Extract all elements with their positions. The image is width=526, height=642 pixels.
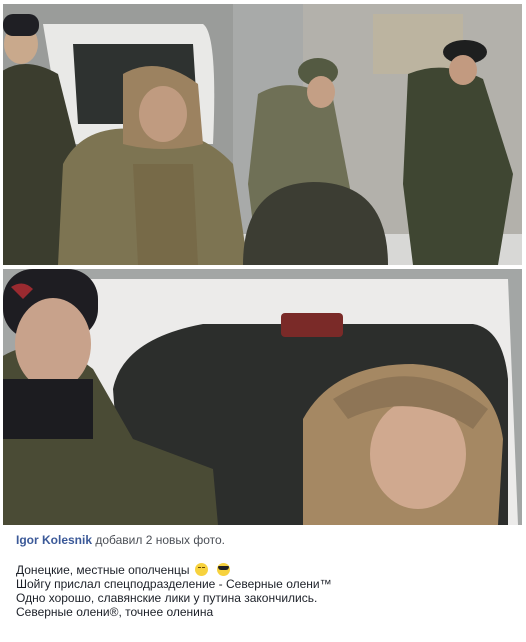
unamused-face-icon: [194, 563, 208, 576]
sunglasses-face-icon: [217, 563, 231, 576]
post-text-line-4: Северные олени®, точнее оленина: [16, 605, 214, 619]
photo-top-image: [3, 4, 522, 265]
photo-top[interactable]: [3, 4, 522, 265]
post-text-line-1-text: Донецкие, местные ополченцы: [16, 563, 190, 577]
photo-bottom[interactable]: [3, 269, 522, 525]
author-name-link[interactable]: Igor Kolesnik: [16, 533, 92, 547]
post-text-line-3: Одно хорошо, славянские лики у путина за…: [16, 591, 318, 605]
photo-bottom-image: [3, 269, 522, 525]
post-text-line-1: Донецкие, местные ополченцы: [16, 563, 516, 577]
post-text-line-2: Шойгу прислал спецподразделение - Северн…: [16, 577, 332, 591]
post-caption: Igor Kolesnik добавил 2 новых фото. Доне…: [16, 533, 516, 619]
facebook-post: Igor Kolesnik добавил 2 новых фото. Доне…: [0, 0, 526, 642]
post-action-text: добавил 2 новых фото.: [95, 533, 226, 547]
post-header: Igor Kolesnik добавил 2 новых фото.: [16, 533, 516, 547]
